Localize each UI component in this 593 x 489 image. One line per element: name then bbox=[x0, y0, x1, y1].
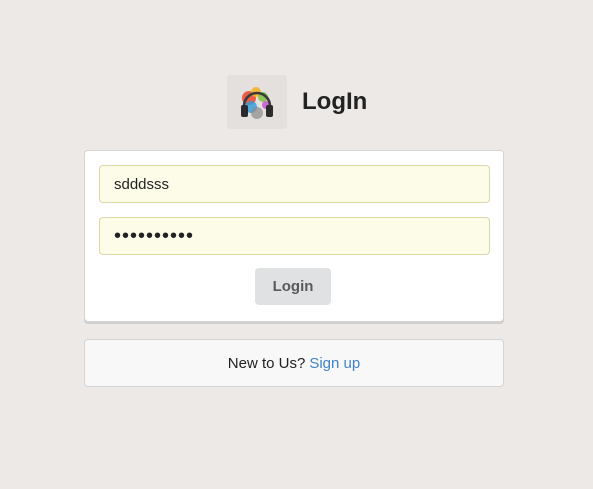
login-form: sdddsss •••••••••• Login bbox=[84, 150, 504, 322]
login-header: LogIn bbox=[227, 75, 367, 129]
page-title: LogIn bbox=[302, 88, 368, 115]
signup-link[interactable]: Sign up bbox=[309, 355, 360, 372]
login-button[interactable]: Login bbox=[255, 268, 331, 305]
headphones-logo-icon bbox=[227, 75, 287, 129]
signup-message: New to Us? Sign up bbox=[84, 339, 504, 387]
signup-prompt: New to Us? bbox=[227, 354, 306, 372]
username-input[interactable]: sdddsss bbox=[99, 165, 490, 203]
password-input[interactable]: •••••••••• bbox=[99, 217, 490, 255]
